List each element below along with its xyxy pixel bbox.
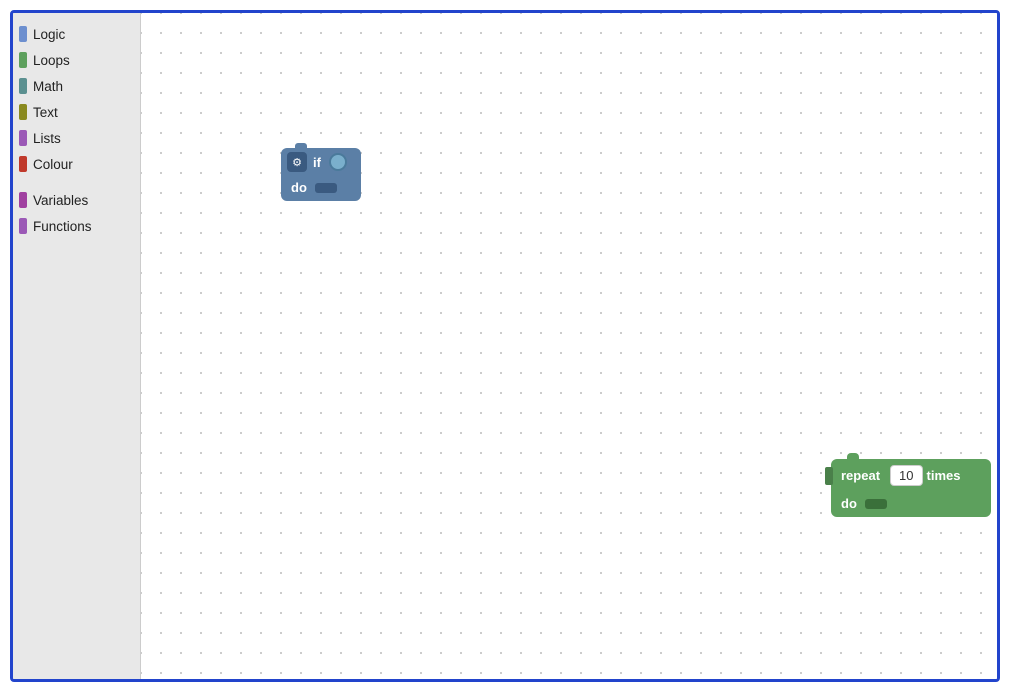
sidebar-item-text[interactable]: Text	[13, 99, 140, 125]
sidebar-color-bar-logic	[19, 26, 27, 42]
repeat-label: repeat	[841, 468, 880, 483]
do-slot[interactable]	[315, 183, 337, 193]
sidebar-color-bar-loops	[19, 52, 27, 68]
repeat-left-notch	[825, 467, 833, 485]
sidebar-label-colour: Colour	[33, 157, 73, 172]
sidebar-label-variables: Variables	[33, 193, 88, 208]
sidebar-color-bar-functions	[19, 218, 27, 234]
times-label: times	[927, 468, 961, 483]
repeat-block[interactable]: repeat 10 times do	[831, 453, 991, 517]
dot-grid-background	[141, 13, 997, 679]
repeat-value[interactable]: 10	[890, 465, 922, 486]
sidebar-color-bar-variables	[19, 192, 27, 208]
sidebar-color-bar-colour	[19, 156, 27, 172]
sidebar-color-bar-text	[19, 104, 27, 120]
sidebar-item-functions[interactable]: Functions	[13, 213, 140, 239]
sidebar-label-logic: Logic	[33, 27, 65, 42]
sidebar-color-bar-math	[19, 78, 27, 94]
if-label: if	[313, 155, 321, 170]
sidebar-label-functions: Functions	[33, 219, 92, 234]
sidebar-label-math: Math	[33, 79, 63, 94]
sidebar-label-lists: Lists	[33, 131, 61, 146]
repeat-do-slot[interactable]	[865, 499, 887, 509]
repeat-block-body[interactable]: do	[831, 492, 991, 517]
sidebar-item-math[interactable]: Math	[13, 73, 140, 99]
sidebar-item-lists[interactable]: Lists	[13, 125, 140, 151]
do-label: do	[291, 180, 307, 195]
sidebar-label-loops: Loops	[33, 53, 70, 68]
sidebar-item-loops[interactable]: Loops	[13, 47, 140, 73]
if-block-header[interactable]: ⚙ if	[281, 148, 361, 176]
sidebar-item-colour[interactable]: Colour	[13, 151, 140, 177]
sidebar-item-variables[interactable]: Variables	[13, 187, 140, 213]
if-block[interactable]: ⚙ if do	[281, 143, 361, 201]
if-condition-slot[interactable]	[329, 153, 347, 171]
block-canvas[interactable]: ⚙ if do repeat 10 times do	[141, 13, 997, 679]
if-block-body[interactable]: do	[281, 176, 361, 201]
sidebar-color-bar-lists	[19, 130, 27, 146]
app-container: Logic Loops Math Text Lists Colour Variables Fu…	[10, 10, 1000, 682]
repeat-block-header[interactable]: repeat 10 times	[831, 459, 991, 492]
sidebar: Logic Loops Math Text Lists Colour Variables Fu…	[13, 13, 141, 679]
repeat-do-label: do	[841, 496, 857, 511]
sidebar-label-text: Text	[33, 105, 58, 120]
sidebar-item-logic[interactable]: Logic	[13, 21, 140, 47]
gear-icon[interactable]: ⚙	[287, 152, 307, 172]
